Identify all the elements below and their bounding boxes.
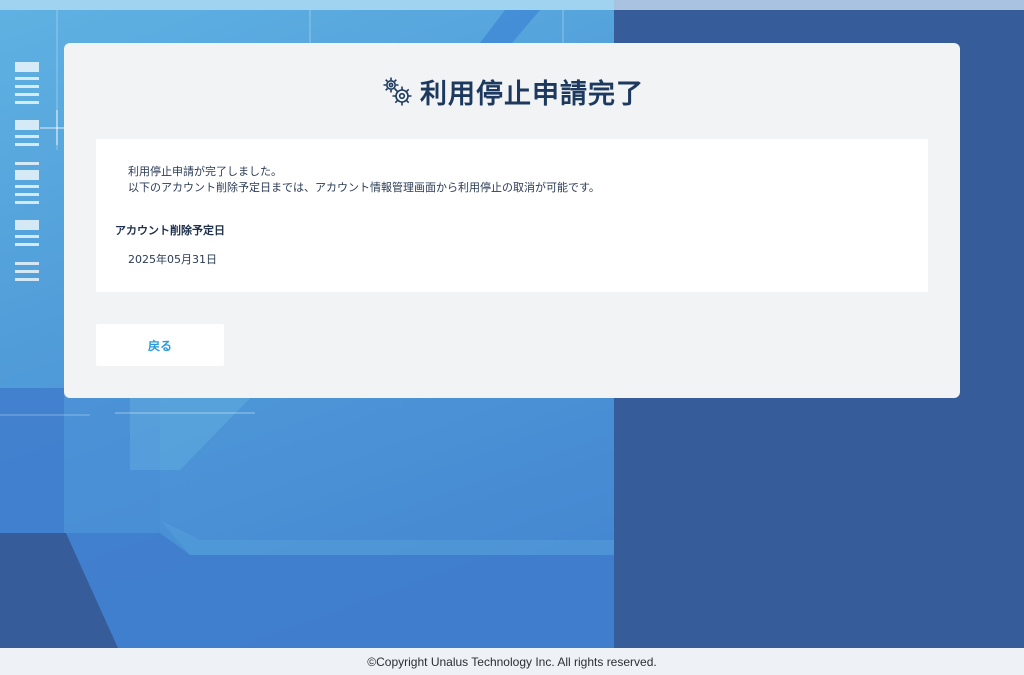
decorative-bars: [15, 62, 39, 286]
message-line-2: 以下のアカウント削除予定日までは、アカウント情報管理画面から利用停止の取消が可能…: [128, 181, 600, 194]
message-line-1: 利用停止申請が完了しました。: [128, 165, 282, 178]
copyright-text: ©Copyright Unalus Technology Inc. All ri…: [367, 654, 657, 669]
page-title: 利用停止申請完了: [420, 78, 644, 110]
completion-card: 利用停止申請完了 利用停止申請が完了しました。 以下のアカウント削除予定日までは…: [64, 43, 960, 398]
deletion-date-value: 2025年05月31日: [128, 253, 217, 266]
completion-message: 利用停止申請が完了しました。 以下のアカウント削除予定日までは、アカウント情報管…: [128, 164, 600, 196]
page-header: 利用停止申請完了: [64, 71, 960, 111]
gears-icon: [380, 74, 414, 108]
info-panel: 利用停止申請が完了しました。 以下のアカウント削除予定日までは、アカウント情報管…: [96, 139, 928, 292]
footer: ©Copyright Unalus Technology Inc. All ri…: [0, 648, 1024, 675]
back-button[interactable]: 戻る: [96, 324, 224, 366]
deletion-date-label: アカウント削除予定日: [115, 224, 225, 237]
